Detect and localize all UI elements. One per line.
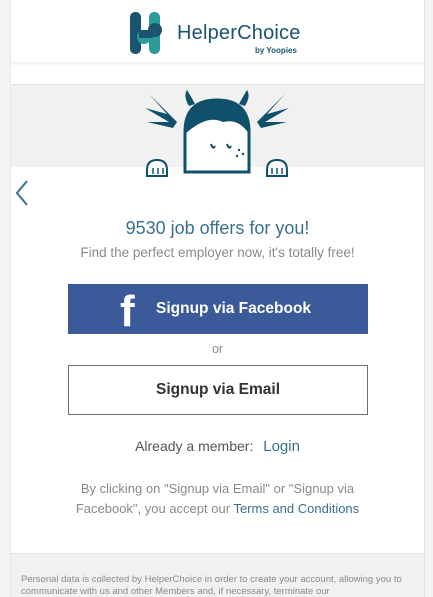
privacy-footer: Personal data is collected by HelperChoi… — [11, 553, 424, 597]
signup-facebook-button[interactable]: f Signup via Facebook — [68, 284, 368, 334]
logo-wordmark: HelperChoice — [177, 22, 301, 45]
member-login-row: Already a member: Login — [11, 438, 424, 455]
logo-h-icon — [130, 12, 162, 54]
logo-word-helper: Helper — [177, 22, 238, 44]
terms-link[interactable]: Terms and Conditions — [233, 501, 359, 516]
mascot-illustration — [145, 90, 289, 177]
facebook-icon: f — [120, 287, 135, 336]
login-link[interactable]: Login — [263, 438, 300, 455]
or-divider: or — [211, 342, 224, 356]
signup-panel: HelperChoice by Yoopies 9530 job offers … — [10, 0, 425, 597]
signup-subtitle: Find the perfect employer now, it's tota… — [80, 245, 355, 260]
helperchoice-logo[interactable]: HelperChoice by Yoopies — [127, 10, 327, 56]
terms-notice: By clicking on "Signup via Email" or "Si… — [51, 479, 384, 519]
signup-facebook-label: Signup via Facebook — [156, 300, 312, 317]
header: HelperChoice by Yoopies — [11, 0, 424, 62]
member-prompt: Already a member: — [135, 438, 254, 454]
job-offers-headline: 9530 job offers for you! — [125, 218, 310, 238]
logo-byline: by Yoopies — [255, 46, 297, 55]
chevron-left-icon — [15, 180, 28, 206]
logo-word-choice: Choice — [237, 22, 301, 44]
back-button[interactable] — [13, 178, 33, 208]
privacy-text: Personal data is collected by HelperChoi… — [21, 574, 402, 597]
signup-email-button[interactable]: Signup via Email — [68, 365, 368, 415]
